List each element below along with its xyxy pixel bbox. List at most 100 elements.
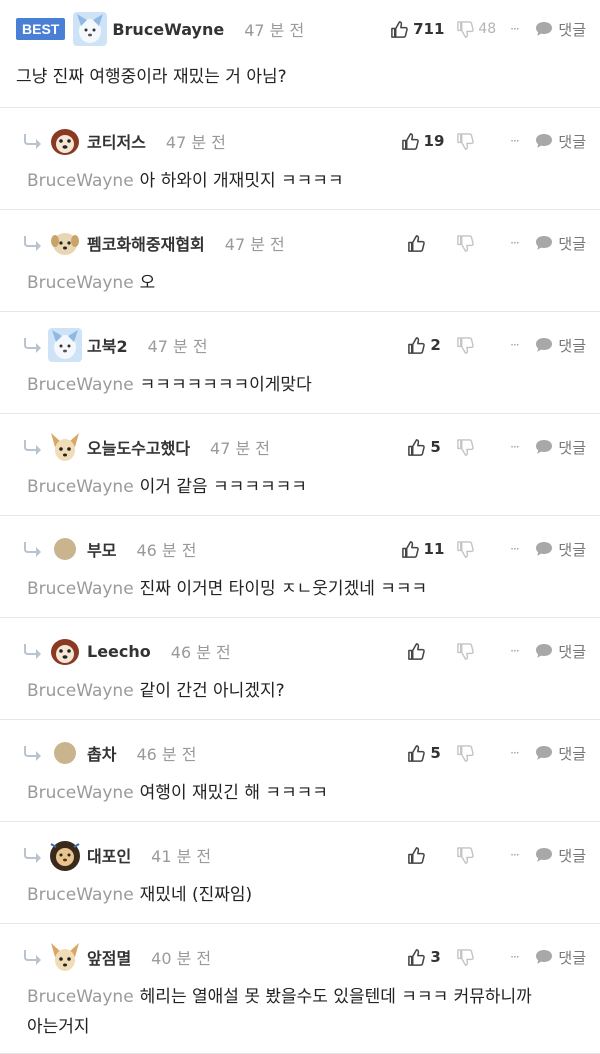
reply-list: 코티저스 47 분 전 19 ··· 댓글 BruceWayne 아 하와이 개재밋지 ㅋㅋ… (0, 108, 600, 1054)
avatar-image (73, 12, 107, 46)
avatar-image (48, 328, 82, 362)
dislike-button[interactable] (456, 132, 496, 151)
mention-link[interactable]: BruceWayne (27, 783, 134, 803)
dislike-button[interactable] (456, 438, 496, 457)
author-name[interactable]: 부모 (87, 537, 116, 561)
author-name[interactable]: Leecho (87, 642, 151, 661)
more-options-button[interactable]: ··· (500, 236, 528, 250)
avatar-image (48, 838, 82, 872)
comment-text: BruceWayne 헤리는 열애설 못 봤을수도 있을텐데 ㅋㅋㅋ 커뮤하니까 아… (27, 982, 586, 1042)
reply-label: 댓글 (558, 132, 586, 151)
thumbs-down-icon (456, 20, 475, 39)
reply-button[interactable]: 댓글 (534, 19, 586, 40)
timestamp: 47 분 전 (210, 439, 271, 458)
avatar[interactable] (48, 838, 82, 872)
dislike-button[interactable] (456, 540, 496, 559)
reply-button[interactable]: 댓글 (534, 233, 586, 254)
avatar[interactable] (48, 226, 82, 260)
reply-button[interactable]: 댓글 (534, 845, 586, 866)
mention-link[interactable]: BruceWayne (27, 171, 134, 191)
more-options-button[interactable]: ··· (500, 644, 528, 658)
avatar-image (48, 634, 82, 668)
dislike-button[interactable] (456, 642, 496, 661)
avatar[interactable] (48, 532, 82, 566)
reply-button[interactable]: 댓글 (534, 641, 586, 662)
reply-comment: 촙차 46 분 전 5 ··· 댓글 BruceWayne 여행이 재밌긴 해 ㅋㅋㅋㅋ (0, 720, 600, 822)
author-name[interactable]: 펨코화해중재협회 (87, 231, 205, 255)
author-name[interactable]: 대포인 (87, 843, 131, 867)
reply-button[interactable]: 댓글 (534, 743, 586, 764)
comment-text: BruceWayne 이거 같음 ㅋㅋㅋㅋㅋㅋ (27, 472, 586, 502)
comment-text: BruceWayne 아 하와이 개재밋지 ㅋㅋㅋㅋ (27, 166, 586, 196)
dislike-button[interactable]: 48 (456, 20, 496, 39)
author-name[interactable]: BruceWayne (112, 20, 224, 39)
comment-body-text: ㅋㅋㅋㅋㅋㅋㅋ이게맞다 (139, 375, 312, 395)
reply-button[interactable]: 댓글 (534, 335, 586, 356)
more-options-button[interactable]: ··· (500, 134, 528, 148)
like-button[interactable]: 3 (386, 948, 444, 967)
comment-actions: ··· 댓글 (386, 845, 586, 866)
mention-link[interactable]: BruceWayne (27, 273, 134, 293)
like-button[interactable] (386, 846, 444, 865)
avatar[interactable] (48, 124, 82, 158)
like-count: 11 (423, 540, 445, 558)
author-name[interactable]: 코티저스 (87, 129, 146, 153)
more-options-button[interactable]: ··· (500, 440, 528, 454)
more-options-button[interactable]: ··· (500, 746, 528, 760)
mention-link[interactable]: BruceWayne (27, 375, 134, 395)
like-button[interactable] (386, 234, 444, 253)
reply-arrow-icon (22, 234, 46, 252)
like-count: 5 (430, 744, 441, 762)
mention-link[interactable]: BruceWayne (27, 477, 134, 497)
mention-link[interactable]: BruceWayne (27, 987, 134, 1007)
thumbs-down-icon (456, 846, 475, 865)
comment-actions: 11 ··· 댓글 (386, 539, 586, 560)
dislike-button[interactable] (456, 846, 496, 865)
reply-button[interactable]: 댓글 (534, 539, 586, 560)
comment-header: 앞점멸 40 분 전 3 ··· 댓글 (22, 940, 586, 974)
mention-link[interactable]: BruceWayne (27, 579, 134, 599)
more-options-button[interactable]: ··· (500, 950, 528, 964)
thumbs-up-icon (407, 846, 426, 865)
reply-label: 댓글 (558, 744, 586, 763)
reply-button[interactable]: 댓글 (534, 947, 586, 968)
more-options-button[interactable]: ··· (500, 338, 528, 352)
author-name[interactable]: 앞점멸 (87, 945, 131, 969)
more-options-button[interactable]: ··· (500, 542, 528, 556)
author-name[interactable]: 촙차 (87, 741, 116, 765)
comment-text: BruceWayne 진짜 이거면 타이밍 ㅈㄴ웃기겠네 ㅋㅋㅋ (27, 574, 586, 604)
reply-arrow-icon (22, 438, 46, 456)
more-options-button[interactable]: ··· (500, 22, 528, 36)
like-button[interactable]: 5 (386, 438, 444, 457)
dislike-button[interactable] (456, 948, 496, 967)
avatar-image (48, 430, 82, 464)
like-button[interactable]: 5 (386, 744, 444, 763)
like-button[interactable] (386, 642, 444, 661)
comment-body-text: 재밌네 (진짜임) (139, 885, 253, 905)
like-button[interactable]: 11 (386, 540, 444, 559)
dislike-button[interactable] (456, 744, 496, 763)
like-button[interactable]: 711 (386, 20, 444, 39)
like-button[interactable]: 19 (386, 132, 444, 151)
comment-body-text: 아 하와이 개재밋지 ㅋㅋㅋㅋ (139, 171, 344, 191)
avatar[interactable] (48, 634, 82, 668)
timestamp: 41 분 전 (151, 847, 212, 866)
like-button[interactable]: 2 (386, 336, 444, 355)
mention-link[interactable]: BruceWayne (27, 885, 134, 905)
dislike-button[interactable] (456, 336, 496, 355)
thumbs-down-icon (456, 744, 475, 763)
avatar[interactable] (48, 736, 82, 770)
more-options-button[interactable]: ··· (500, 848, 528, 862)
avatar[interactable] (73, 12, 107, 46)
reply-button[interactable]: 댓글 (534, 437, 586, 458)
avatar[interactable] (48, 940, 82, 974)
avatar[interactable] (48, 430, 82, 464)
mention-link[interactable]: BruceWayne (27, 681, 134, 701)
author-name[interactable]: 오늘도수고했다 (87, 435, 190, 459)
avatar[interactable] (48, 328, 82, 362)
author-name[interactable]: 고북2 (87, 333, 128, 357)
comment-actions: 5 ··· 댓글 (386, 437, 586, 458)
reply-button[interactable]: 댓글 (534, 131, 586, 152)
dislike-button[interactable] (456, 234, 496, 253)
reply-label: 댓글 (558, 846, 586, 865)
